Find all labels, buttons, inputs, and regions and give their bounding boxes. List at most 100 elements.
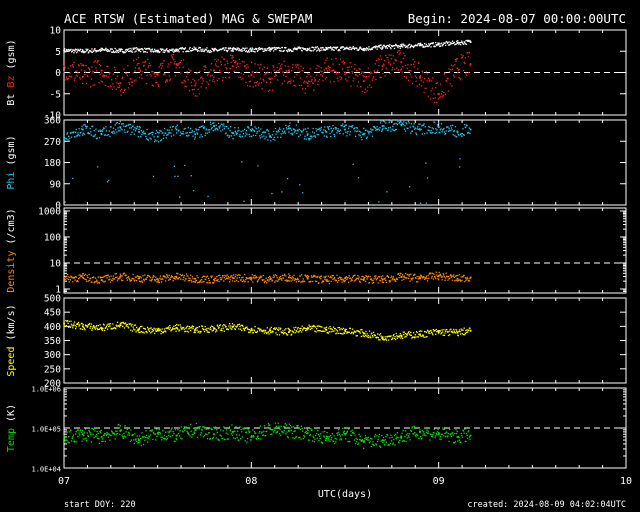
data-point [171,434,174,437]
data-point [155,330,158,333]
data-point [318,439,320,442]
data-point [73,61,75,64]
data-point [365,137,368,140]
data-point [83,65,85,67]
data-point [329,135,332,138]
data-point [403,128,406,130]
data-point [84,125,87,127]
data-point [119,322,122,324]
data-point [65,436,67,438]
data-point [381,130,383,133]
data-point [447,90,450,92]
data-point [105,434,108,436]
data-point [288,71,291,73]
data-point [469,438,471,440]
data-point [393,438,395,441]
data-point [83,277,85,280]
data-point [343,48,345,51]
data-point [68,326,70,328]
data-point [301,131,303,133]
data-point [352,163,354,166]
data-point [380,275,382,278]
data-point [152,70,154,73]
y-axis-label: Phi (gsm) [6,135,17,189]
data-point [342,327,345,330]
data-point [363,127,365,130]
data-point [227,127,230,130]
data-point [173,165,176,168]
data-point [454,126,457,128]
data-point [256,48,258,50]
data-point [282,132,284,134]
data-point [246,277,249,280]
data-point [128,123,130,126]
data-point [133,442,135,445]
data-point [69,137,71,139]
data-point [255,277,257,279]
data-point [424,133,426,135]
data-point [356,441,358,443]
data-point [69,276,71,279]
data-point [454,280,456,282]
data-point [465,279,467,281]
data-point [255,127,257,130]
data-point [134,130,137,132]
data-point [178,51,180,53]
data-point [369,72,371,75]
data-point [243,61,245,63]
data-point [329,132,331,135]
data-point [108,434,110,436]
data-point [268,280,270,282]
data-point [428,330,430,333]
data-point [402,331,404,333]
data-point [119,130,121,132]
data-point [235,279,238,282]
data-point [194,331,196,334]
data-point [371,443,374,445]
data-point [199,70,201,73]
data-point [396,335,398,337]
data-point [364,91,366,94]
data-point [224,278,227,280]
data-point [84,278,86,280]
data-point [361,48,364,50]
data-point [252,332,255,334]
data-point [219,434,221,436]
data-point [291,276,293,278]
data-point [201,325,203,327]
data-point [370,445,372,448]
data-point [67,276,69,278]
data-point [393,47,396,50]
data-point [282,431,284,434]
data-point [106,324,108,326]
data-point [279,428,281,431]
data-point [315,276,317,278]
data-point [256,331,258,334]
data-point [410,63,412,66]
data-point [80,48,82,51]
data-point [347,130,349,133]
data-point [446,80,448,82]
data-point [375,444,378,446]
data-point [349,62,352,64]
data-point [202,275,205,277]
data-point [97,329,99,331]
data-point [135,47,138,49]
data-point [259,137,261,139]
data-point [226,49,228,52]
data-point [340,327,342,330]
data-point [182,278,184,281]
data-point [396,432,399,434]
data-point [418,128,421,130]
data-point [169,430,171,432]
data-point [142,331,144,333]
data-point [465,43,468,45]
data-point [230,126,232,128]
data-point [122,92,124,94]
data-point [92,433,94,435]
data-point [121,77,123,80]
data-point [357,176,360,179]
data-point [451,432,454,434]
data-point [375,275,377,277]
data-point [208,129,210,131]
